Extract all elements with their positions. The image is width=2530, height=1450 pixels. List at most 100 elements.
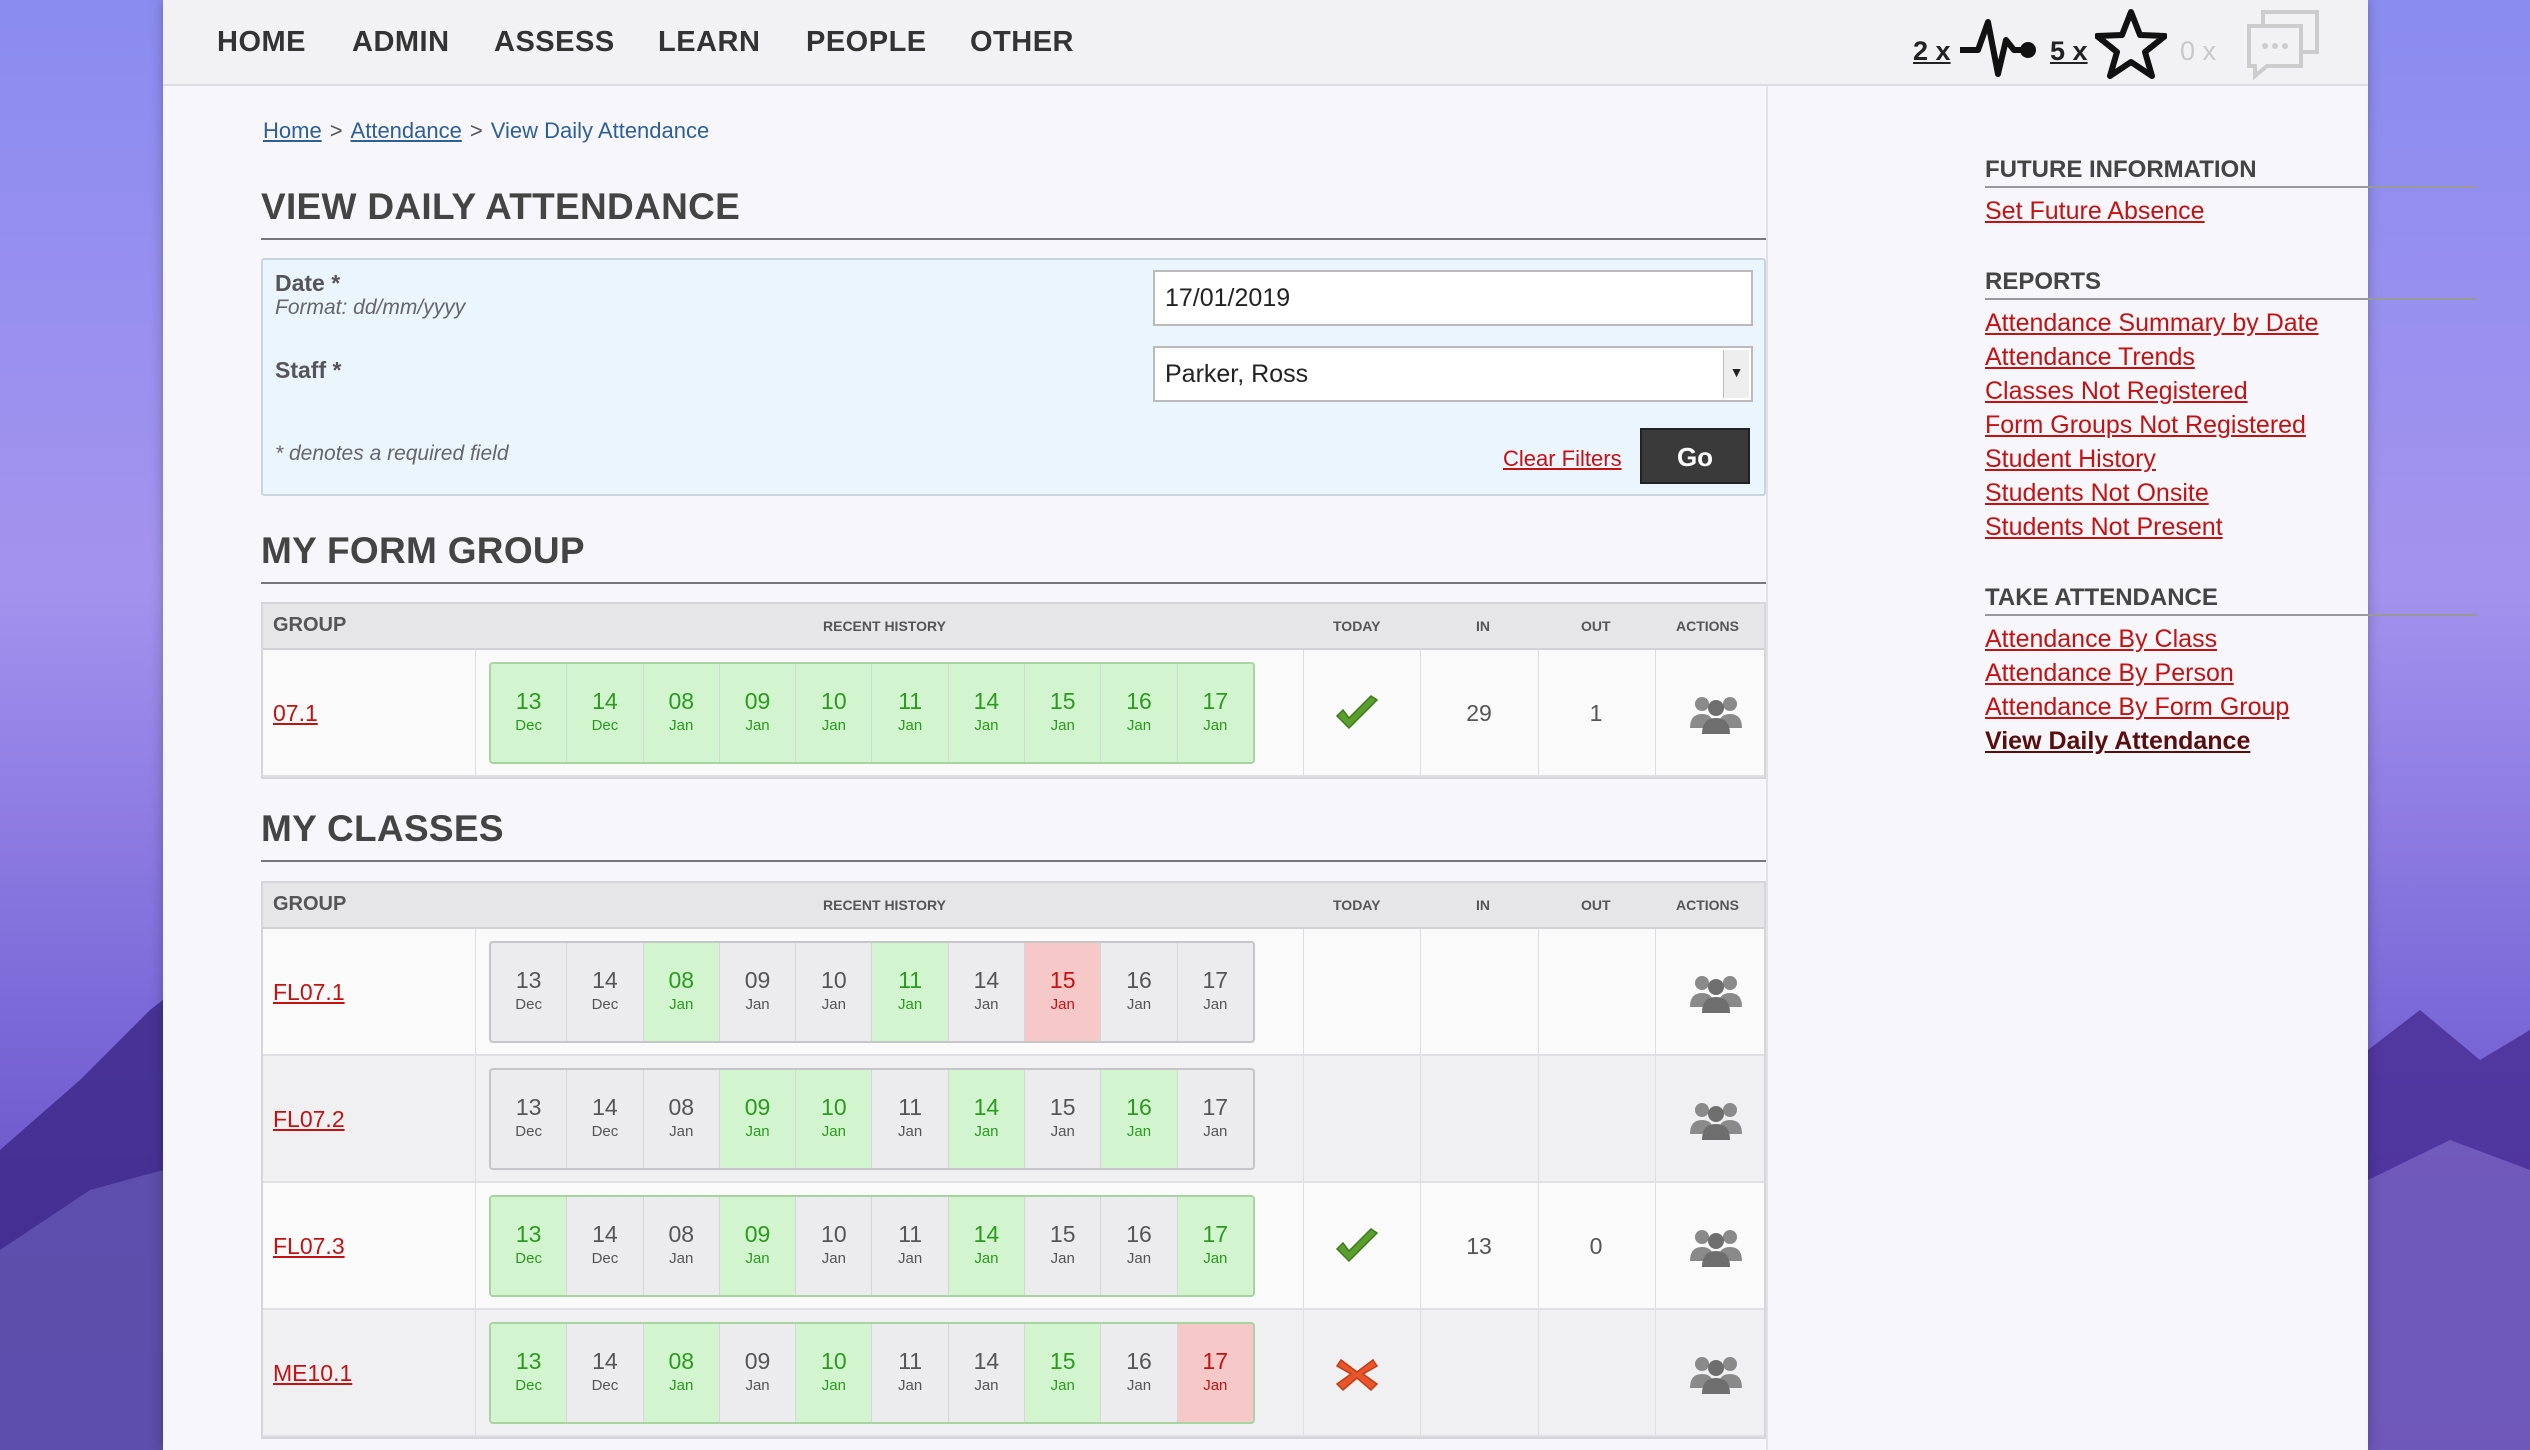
- people-group-icon[interactable]: [1688, 1225, 1744, 1269]
- history-day-cell[interactable]: 08 Jan: [643, 1324, 720, 1422]
- history-day-month: Jan: [821, 717, 846, 734]
- take-attendance-block: TAKE ATTENDANCE Attendance By Class Atte…: [1985, 584, 2477, 758]
- date-field[interactable]: 17/01/2019: [1153, 270, 1753, 326]
- view-daily-attendance-link[interactable]: View Daily Attendance: [1985, 724, 2477, 758]
- history-day-cell[interactable]: 10 Jan: [796, 943, 873, 1041]
- history-day-cell[interactable]: 08 Jan: [644, 1070, 720, 1168]
- history-day-cell[interactable]: 16 Jan: [1101, 1197, 1178, 1295]
- history-day-cell[interactable]: 11 Jan: [872, 1070, 949, 1168]
- nav-other[interactable]: OTHER: [970, 26, 1074, 59]
- history-day-cell[interactable]: 14 Jan: [949, 943, 1026, 1041]
- history-day-cell[interactable]: 08 Jan: [644, 1197, 720, 1295]
- chevron-down-icon[interactable]: ▼: [1723, 350, 1749, 398]
- report-classes-not-registered-link[interactable]: Classes Not Registered: [1985, 374, 2477, 408]
- attendance-by-form-group-link[interactable]: Attendance By Form Group: [1985, 690, 2477, 724]
- history-day-cell[interactable]: 15 Jan: [1025, 943, 1102, 1041]
- history-day-cell[interactable]: 15 Jan: [1025, 1070, 1102, 1168]
- people-group-icon[interactable]: [1688, 1098, 1744, 1142]
- history-day-month: Jan: [821, 1250, 846, 1267]
- report-students-not-onsite-link[interactable]: Students Not Onsite: [1985, 476, 2477, 510]
- report-form-groups-not-registered-link[interactable]: Form Groups Not Registered: [1985, 408, 2477, 442]
- star-counter[interactable]: 5 x: [2050, 36, 2088, 67]
- history-day-cell[interactable]: 10 Jan: [796, 1197, 873, 1295]
- history-day-cell[interactable]: 14 Jan: [949, 1324, 1026, 1422]
- history-day-cell[interactable]: 10 Jan: [796, 1324, 873, 1422]
- report-students-not-present-link[interactable]: Students Not Present: [1985, 510, 2477, 544]
- nav-people[interactable]: PEOPLE: [806, 26, 927, 59]
- history-day-cell[interactable]: 14 Dec: [567, 1324, 644, 1422]
- go-button[interactable]: Go: [1640, 428, 1750, 484]
- history-day-cell[interactable]: 09 Jan: [719, 1197, 797, 1295]
- history-day-month: Jan: [898, 1250, 923, 1267]
- report-trends-link[interactable]: Attendance Trends: [1985, 340, 2477, 374]
- history-day-cell[interactable]: 14 Jan: [948, 1197, 1026, 1295]
- history-day-cell[interactable]: 13 Dec: [491, 1324, 568, 1422]
- group-link[interactable]: FL07.2: [273, 1106, 345, 1133]
- report-summary-by-date-link[interactable]: Attendance Summary by Date: [1985, 306, 2477, 340]
- nav-admin[interactable]: ADMIN: [352, 26, 450, 59]
- history-day-cell[interactable]: 13 Dec: [491, 943, 568, 1041]
- history-day-cell[interactable]: 14 Jan: [948, 664, 1026, 762]
- history-day-cell[interactable]: 11 Jan: [872, 1197, 949, 1295]
- history-day-cell[interactable]: 15 Jan: [1025, 1197, 1102, 1295]
- report-student-history-link[interactable]: Student History: [1985, 442, 2477, 476]
- history-day-cell[interactable]: 13 Dec: [491, 664, 568, 762]
- history-day-cell[interactable]: 11 Jan: [872, 943, 949, 1041]
- chat-icon[interactable]: [2243, 8, 2323, 80]
- people-group-icon[interactable]: [1688, 971, 1744, 1015]
- cell-divider: [1538, 1056, 1539, 1181]
- history-day-number: 13: [515, 1094, 542, 1120]
- breadcrumb-attendance[interactable]: Attendance: [351, 118, 462, 143]
- history-day-cell[interactable]: 15 Jan: [1025, 664, 1102, 762]
- history-day-cell[interactable]: 11 Jan: [872, 1324, 949, 1422]
- nav-home[interactable]: HOME: [217, 26, 306, 59]
- pulse-icon[interactable]: [1960, 10, 2040, 82]
- history-day-cell[interactable]: 09 Jan: [720, 1324, 797, 1422]
- history-day-cell[interactable]: 08 Jan: [643, 664, 720, 762]
- chat-counter[interactable]: 0 x: [2180, 36, 2216, 67]
- history-day-cell[interactable]: 13 Dec: [491, 1070, 568, 1168]
- history-day-cell[interactable]: 14 Dec: [567, 664, 644, 762]
- set-future-absence-link[interactable]: Set Future Absence: [1985, 194, 2477, 228]
- history-day-cell[interactable]: 09 Jan: [720, 943, 797, 1041]
- group-link[interactable]: ME10.1: [273, 1360, 352, 1387]
- attendance-by-person-link[interactable]: Attendance By Person: [1985, 656, 2477, 690]
- history-day-cell[interactable]: 16 Jan: [1101, 664, 1178, 762]
- staff-select[interactable]: Parker, Ross ▼: [1153, 346, 1753, 402]
- history-day-cell[interactable]: 13 Dec: [491, 1197, 568, 1295]
- history-day-cell[interactable]: 10 Jan: [796, 1070, 873, 1168]
- history-day-month: Jan: [898, 996, 923, 1013]
- history-day-cell[interactable]: 10 Jan: [796, 664, 873, 762]
- history-day-cell[interactable]: 11 Jan: [872, 664, 949, 762]
- history-day-cell[interactable]: 16 Jan: [1101, 1324, 1178, 1422]
- breadcrumb-home[interactable]: Home: [263, 118, 322, 143]
- history-day-cell[interactable]: 08 Jan: [643, 943, 720, 1041]
- people-group-icon[interactable]: [1688, 692, 1744, 736]
- pulse-counter[interactable]: 2 x: [1913, 36, 1951, 67]
- history-day-cell[interactable]: 17 Jan: [1178, 1070, 1253, 1168]
- history-day-cell[interactable]: 14 Dec: [567, 1197, 644, 1295]
- people-group-icon[interactable]: [1688, 1352, 1744, 1396]
- group-link[interactable]: FL07.3: [273, 1233, 345, 1260]
- clear-filters-link[interactable]: Clear Filters: [1503, 446, 1622, 472]
- history-day-cell[interactable]: 16 Jan: [1101, 943, 1178, 1041]
- cell-divider: [1655, 650, 1656, 775]
- history-day-cell[interactable]: 14 Dec: [567, 943, 644, 1041]
- history-day-cell[interactable]: 17 Jan: [1177, 1197, 1253, 1295]
- history-day-cell[interactable]: 09 Jan: [719, 664, 797, 762]
- group-link[interactable]: 07.1: [273, 700, 318, 727]
- history-day-cell[interactable]: 17 Jan: [1178, 943, 1253, 1041]
- nav-learn[interactable]: LEARN: [658, 26, 760, 59]
- history-day-number: 14: [973, 1348, 1000, 1374]
- history-day-cell[interactable]: 16 Jan: [1101, 1070, 1178, 1168]
- star-icon[interactable]: [2095, 8, 2167, 80]
- history-day-cell[interactable]: 09 Jan: [719, 1070, 797, 1168]
- history-day-cell[interactable]: 17 Jan: [1177, 1324, 1253, 1422]
- attendance-by-class-link[interactable]: Attendance By Class: [1985, 622, 2477, 656]
- history-day-cell[interactable]: 14 Jan: [948, 1070, 1026, 1168]
- history-day-cell[interactable]: 15 Jan: [1025, 1324, 1102, 1422]
- history-day-cell[interactable]: 17 Jan: [1177, 664, 1253, 762]
- history-day-cell[interactable]: 14 Dec: [567, 1070, 644, 1168]
- nav-assess[interactable]: ASSESS: [494, 26, 615, 59]
- group-link[interactable]: FL07.1: [273, 979, 345, 1006]
